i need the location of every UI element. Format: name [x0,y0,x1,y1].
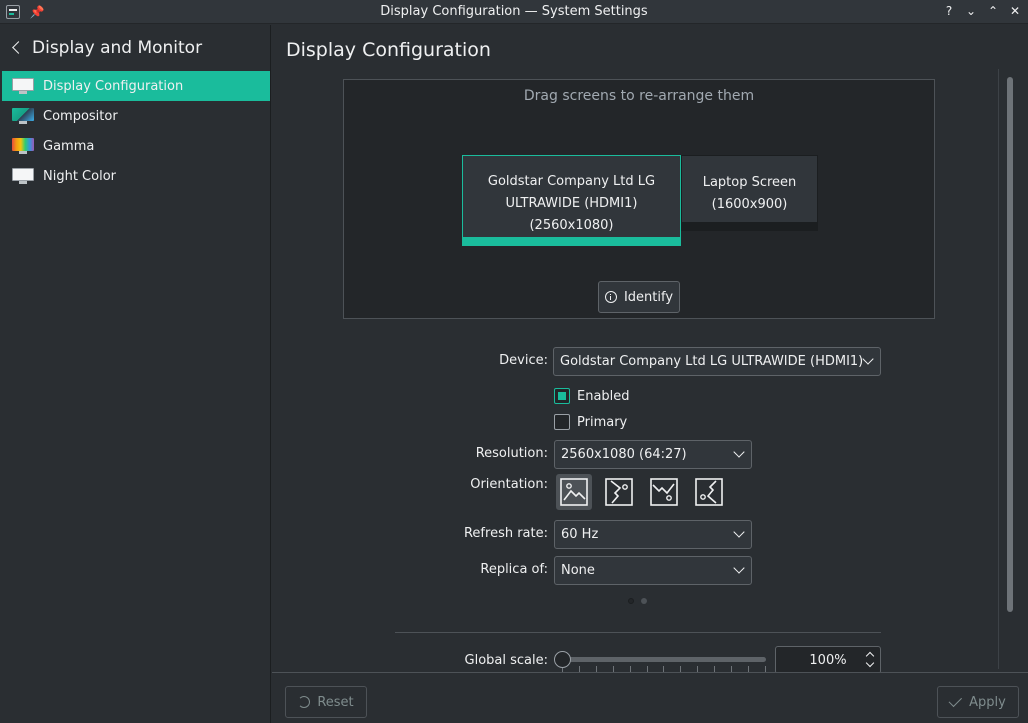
resolution-label: Resolution: [475,446,548,461]
info-icon [604,291,617,303]
chevron-down-icon [733,564,745,576]
replica-label: Replica of: [480,562,548,577]
sidebar-item-compositor[interactable]: Compositor [2,101,270,131]
screen-arrangement-area[interactable]: Drag screens to re-arrange them Goldstar… [343,79,935,319]
sidebar-back-button[interactable]: Display and Monitor [0,25,270,71]
close-button[interactable]: ✕ [1008,3,1022,19]
device-value: Goldstar Company Ltd LG ULTRAWIDE (HDMI1… [560,354,864,369]
reset-button[interactable]: Reset [285,686,367,718]
sidebar-item-gamma[interactable]: Gamma [2,131,270,161]
resolution-value: 2560x1080 (64:27) [561,447,687,462]
enabled-checkbox[interactable] [554,388,570,404]
sidebar-item-label: Compositor [43,108,118,124]
sidebar-item-label: Display Configuration [43,78,184,94]
chevron-left-icon [10,41,24,55]
refresh-rate-select[interactable]: 60 Hz [554,520,752,549]
page-title: Display Configuration [286,39,491,61]
night-color-icon [12,167,34,185]
screen-laptop[interactable]: Laptop Screen (1600x900) [681,155,818,231]
orientation-portrait-left-button[interactable] [691,474,727,510]
screen-selected-bar [463,237,680,245]
screen-bar [682,222,817,230]
primary-checkbox[interactable] [554,414,570,430]
help-button[interactable]: ? [942,3,956,19]
rotate-right-icon [605,478,633,506]
sidebar-item-label: Night Color [43,168,116,184]
chevron-down-icon [733,448,745,460]
sidebar-item-night-color[interactable]: Night Color [2,161,270,191]
maximize-button[interactable]: ⌃ [986,3,1000,19]
scrollbar-thumb[interactable] [1007,77,1013,612]
divider [395,632,881,633]
minimize-button[interactable]: ⌄ [964,3,978,19]
identify-button[interactable]: Identify [598,281,680,313]
replica-value: None [561,563,595,578]
orientation-inverted-button[interactable] [646,474,682,510]
rotate-inverted-icon [650,478,678,506]
main-panel: Display Configuration Drag screens to re… [272,25,1028,723]
screen-name-line: Goldstar Company Ltd LG [487,174,656,189]
sidebar-item-display-configuration[interactable]: Display Configuration [2,71,270,101]
compositor-icon [12,107,34,125]
enabled-label: Enabled [577,388,630,404]
rotate-left-icon [695,478,723,506]
orientation-portrait-right-button[interactable] [601,474,637,510]
orientation-buttons [556,474,727,510]
bottom-bar: Reset Apply [272,672,1028,723]
page-indicator [628,598,647,604]
sidebar: Display and Monitor Display Configuratio… [0,25,271,723]
sidebar-title: Display and Monitor [32,38,203,58]
global-scale-value: 100% [809,652,847,668]
reset-label: Reset [317,694,354,710]
orientation-landscape-button[interactable] [556,474,592,510]
page-dot[interactable] [641,598,647,604]
landscape-icon [560,478,588,506]
screen-primary-lg[interactable]: Goldstar Company Ltd LG ULTRAWIDE (HDMI1… [462,155,681,246]
global-scale-label: Global scale: [464,653,548,668]
enabled-checkbox-row[interactable]: Enabled [554,388,630,404]
scrollbar[interactable] [998,69,1022,669]
resolution-select[interactable]: 2560x1080 (64:27) [554,440,752,469]
screen-resolution: (1600x900) [711,197,788,212]
chevron-up-icon[interactable] [866,651,875,657]
sidebar-item-label: Gamma [43,138,95,154]
global-scale-spinbox[interactable]: 100% [775,646,881,674]
replica-select[interactable]: None [554,556,752,585]
screen-name-line: ULTRAWIDE (HDMI1) [505,196,638,211]
apply-button[interactable]: Apply [937,686,1019,718]
global-scale-slider-handle[interactable] [554,651,571,668]
undo-icon [298,696,311,708]
title-bar: 📌 Display Configuration — System Setting… [0,0,1028,24]
arrange-hint: Drag screens to re-arrange them [523,88,755,104]
chevron-down-icon [733,528,745,540]
chevron-down-icon [862,355,874,367]
window-title: Display Configuration — System Settings [380,4,648,19]
chevron-down-icon[interactable] [866,662,875,668]
global-scale-slider-track[interactable] [562,657,766,662]
gamma-icon [12,137,34,155]
device-select[interactable]: Goldstar Company Ltd LG ULTRAWIDE (HDMI1… [553,347,881,376]
screen-resolution: (2560x1080) [529,218,614,233]
display-icon [12,77,34,95]
primary-label: Primary [577,414,628,430]
device-label: Device: [499,353,548,368]
page-dot-active[interactable] [628,598,634,604]
primary-checkbox-row[interactable]: Primary [554,414,627,430]
orientation-label: Orientation: [470,477,548,492]
apply-label: Apply [969,694,1006,710]
check-icon [948,693,963,707]
refresh-rate-value: 60 Hz [561,527,599,542]
identify-label: Identify [623,289,674,305]
screen-name-line: Laptop Screen [702,175,797,190]
refresh-rate-label: Refresh rate: [463,526,548,541]
